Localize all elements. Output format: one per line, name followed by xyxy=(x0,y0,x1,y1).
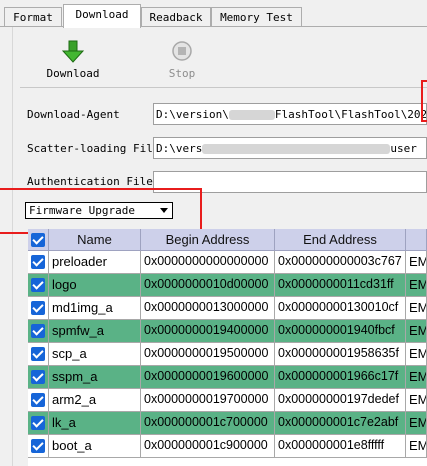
cell-end: 0x000000001958635f xyxy=(275,343,406,366)
table-row[interactable]: spmfw_a 0x0000000019400000 0x000000001940f… xyxy=(28,320,427,343)
cell-begin: 0x000000001c900000 xyxy=(141,435,275,458)
table-row[interactable]: md1img_a 0x0000000013000000 0x000000001300… xyxy=(28,297,427,320)
row-checkbox[interactable] xyxy=(31,347,45,361)
cell-name: arm2_a xyxy=(49,389,141,412)
cell-end: 0x000000000003c767 xyxy=(275,251,406,274)
row-checkbox[interactable] xyxy=(31,416,45,430)
cell-begin: 0x000000001c700000 xyxy=(141,412,275,435)
cell-name: scp_a xyxy=(49,343,141,366)
column-header-end[interactable]: End Address xyxy=(275,229,406,251)
row-checkbox-cell xyxy=(28,366,49,389)
column-header-location[interactable] xyxy=(406,229,427,251)
stop-button[interactable]: Stop xyxy=(160,40,204,80)
cell-loc: EM xyxy=(406,343,427,366)
cell-name: preloader xyxy=(49,251,141,274)
row-checkbox[interactable] xyxy=(31,393,45,407)
row-checkbox-cell xyxy=(28,274,49,297)
cell-begin: 0x0000000019700000 xyxy=(141,389,275,412)
row-checkbox[interactable] xyxy=(31,439,45,453)
tab-readback[interactable]: Readback xyxy=(141,7,211,27)
table-row[interactable]: scp_a 0x0000000019500000 0x000000001958635… xyxy=(28,343,427,366)
cell-begin: 0x0000000010d00000 xyxy=(141,274,275,297)
table-row[interactable]: boot_a 0x000000001c900000 0x000000001e8fff… xyxy=(28,435,427,458)
cell-end: 0x00000000130010cf xyxy=(275,297,406,320)
row-checkbox[interactable] xyxy=(31,324,45,338)
table-row[interactable]: sspm_a 0x0000000019600000 0x000000001966c1… xyxy=(28,366,427,389)
cell-name: md1img_a xyxy=(49,297,141,320)
cell-loc: EM xyxy=(406,389,427,412)
row-checkbox-cell xyxy=(28,297,49,320)
download-agent-suffix: FlashTool\FlashTool\2020-0 xyxy=(274,108,427,121)
cell-name: logo xyxy=(49,274,141,297)
download-button[interactable]: Download xyxy=(44,40,102,80)
cell-end: 0x000000001c7e2abf xyxy=(275,412,406,435)
row-checkbox[interactable] xyxy=(31,370,45,384)
select-all-checkbox[interactable] xyxy=(31,233,45,247)
cell-end: 0x000000001e8fffff xyxy=(275,435,406,458)
cell-end: 0x00000000197dedef xyxy=(275,389,406,412)
auth-file-label: Authentication File xyxy=(27,175,153,188)
cell-begin: 0x0000000000000000 xyxy=(141,251,275,274)
cell-loc: EM xyxy=(406,366,427,389)
row-checkbox-cell xyxy=(28,412,49,435)
cell-name: sspm_a xyxy=(49,366,141,389)
cell-end: 0x000000001940fbcf xyxy=(275,320,406,343)
cell-loc: EM xyxy=(406,274,427,297)
toolbar-divider xyxy=(20,87,427,88)
red-annotation-box-right xyxy=(421,80,427,122)
cell-begin: 0x0000000019400000 xyxy=(141,320,275,343)
row-checkbox[interactable] xyxy=(31,255,45,269)
tab-format[interactable]: Format xyxy=(4,7,62,27)
download-arrow-icon xyxy=(44,40,102,64)
cell-loc: EM xyxy=(406,320,427,343)
row-checkbox-cell xyxy=(28,389,49,412)
cell-begin: 0x0000000019500000 xyxy=(141,343,275,366)
tab-bar: Format Download Readback Memory Test xyxy=(0,0,427,28)
column-header-begin[interactable]: Begin Address xyxy=(141,229,275,251)
cell-begin: 0x0000000019600000 xyxy=(141,366,275,389)
cell-name: boot_a xyxy=(49,435,141,458)
row-checkbox-cell xyxy=(28,343,49,366)
cell-end: 0x0000000011cd31ff xyxy=(275,274,406,297)
column-header-name[interactable]: Name xyxy=(49,229,141,251)
table-row[interactable]: arm2_a 0x0000000019700000 0x00000000197ded… xyxy=(28,389,427,412)
cell-loc: EM xyxy=(406,251,427,274)
cell-name: lk_a xyxy=(49,412,141,435)
header-select-all[interactable] xyxy=(28,229,49,251)
scatter-suffix: user xyxy=(390,142,417,155)
scatter-prefix: D:\vers xyxy=(156,142,203,155)
tab-memory-test[interactable]: Memory Test xyxy=(211,7,302,27)
download-label: Download xyxy=(46,67,100,80)
table-row[interactable]: logo 0x0000000010d00000 0x0000000011cd31ff… xyxy=(28,274,427,297)
download-agent-prefix: D:\version\ xyxy=(156,108,229,121)
cell-name: spmfw_a xyxy=(49,320,141,343)
table-row[interactable]: preloader 0x0000000000000000 0x00000000000… xyxy=(28,251,427,274)
download-agent-label: Download-Agent xyxy=(27,108,120,121)
cell-begin: 0x0000000013000000 xyxy=(141,297,275,320)
scatter-file-label: Scatter-loading File xyxy=(27,142,160,155)
cell-loc: EM xyxy=(406,435,427,458)
redacted-text xyxy=(202,144,391,154)
table-row[interactable]: lk_a 0x000000001c700000 0x000000001c7e2abf… xyxy=(28,412,427,435)
stop-circle-icon xyxy=(160,40,204,64)
cell-end: 0x000000001966c17f xyxy=(275,366,406,389)
stop-label: Stop xyxy=(168,67,196,80)
redacted-text xyxy=(228,110,275,120)
tab-download[interactable]: Download xyxy=(63,4,141,28)
red-annotation-box xyxy=(0,188,202,234)
row-checkbox[interactable] xyxy=(31,301,45,315)
partition-table: Name Begin Address End Address preloader… xyxy=(28,229,427,466)
cell-loc: EM xyxy=(406,297,427,320)
row-checkbox[interactable] xyxy=(31,278,45,292)
row-checkbox-cell xyxy=(28,320,49,343)
cell-loc: EM xyxy=(406,412,427,435)
scatter-file-field[interactable]: D:\vers user xyxy=(153,137,427,159)
row-checkbox-cell xyxy=(28,435,49,458)
row-checkbox-cell xyxy=(28,251,49,274)
download-agent-field[interactable]: D:\version\ FlashTool\FlashTool\2020-0 xyxy=(153,103,427,125)
